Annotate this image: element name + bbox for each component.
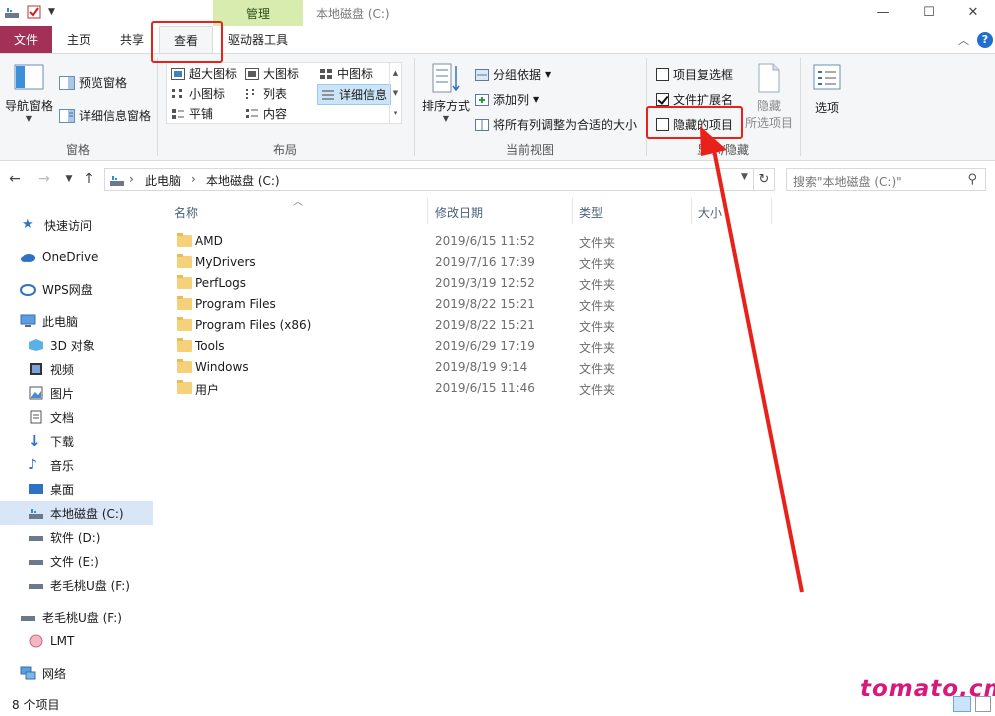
annotation-arrow-icon [700,126,804,593]
explorer-window: ▼ 管理 本地磁盘 (C:) — ☐ ✕ 文件 主页 共享 查看 驱动器工具 ︿… [0,0,995,716]
